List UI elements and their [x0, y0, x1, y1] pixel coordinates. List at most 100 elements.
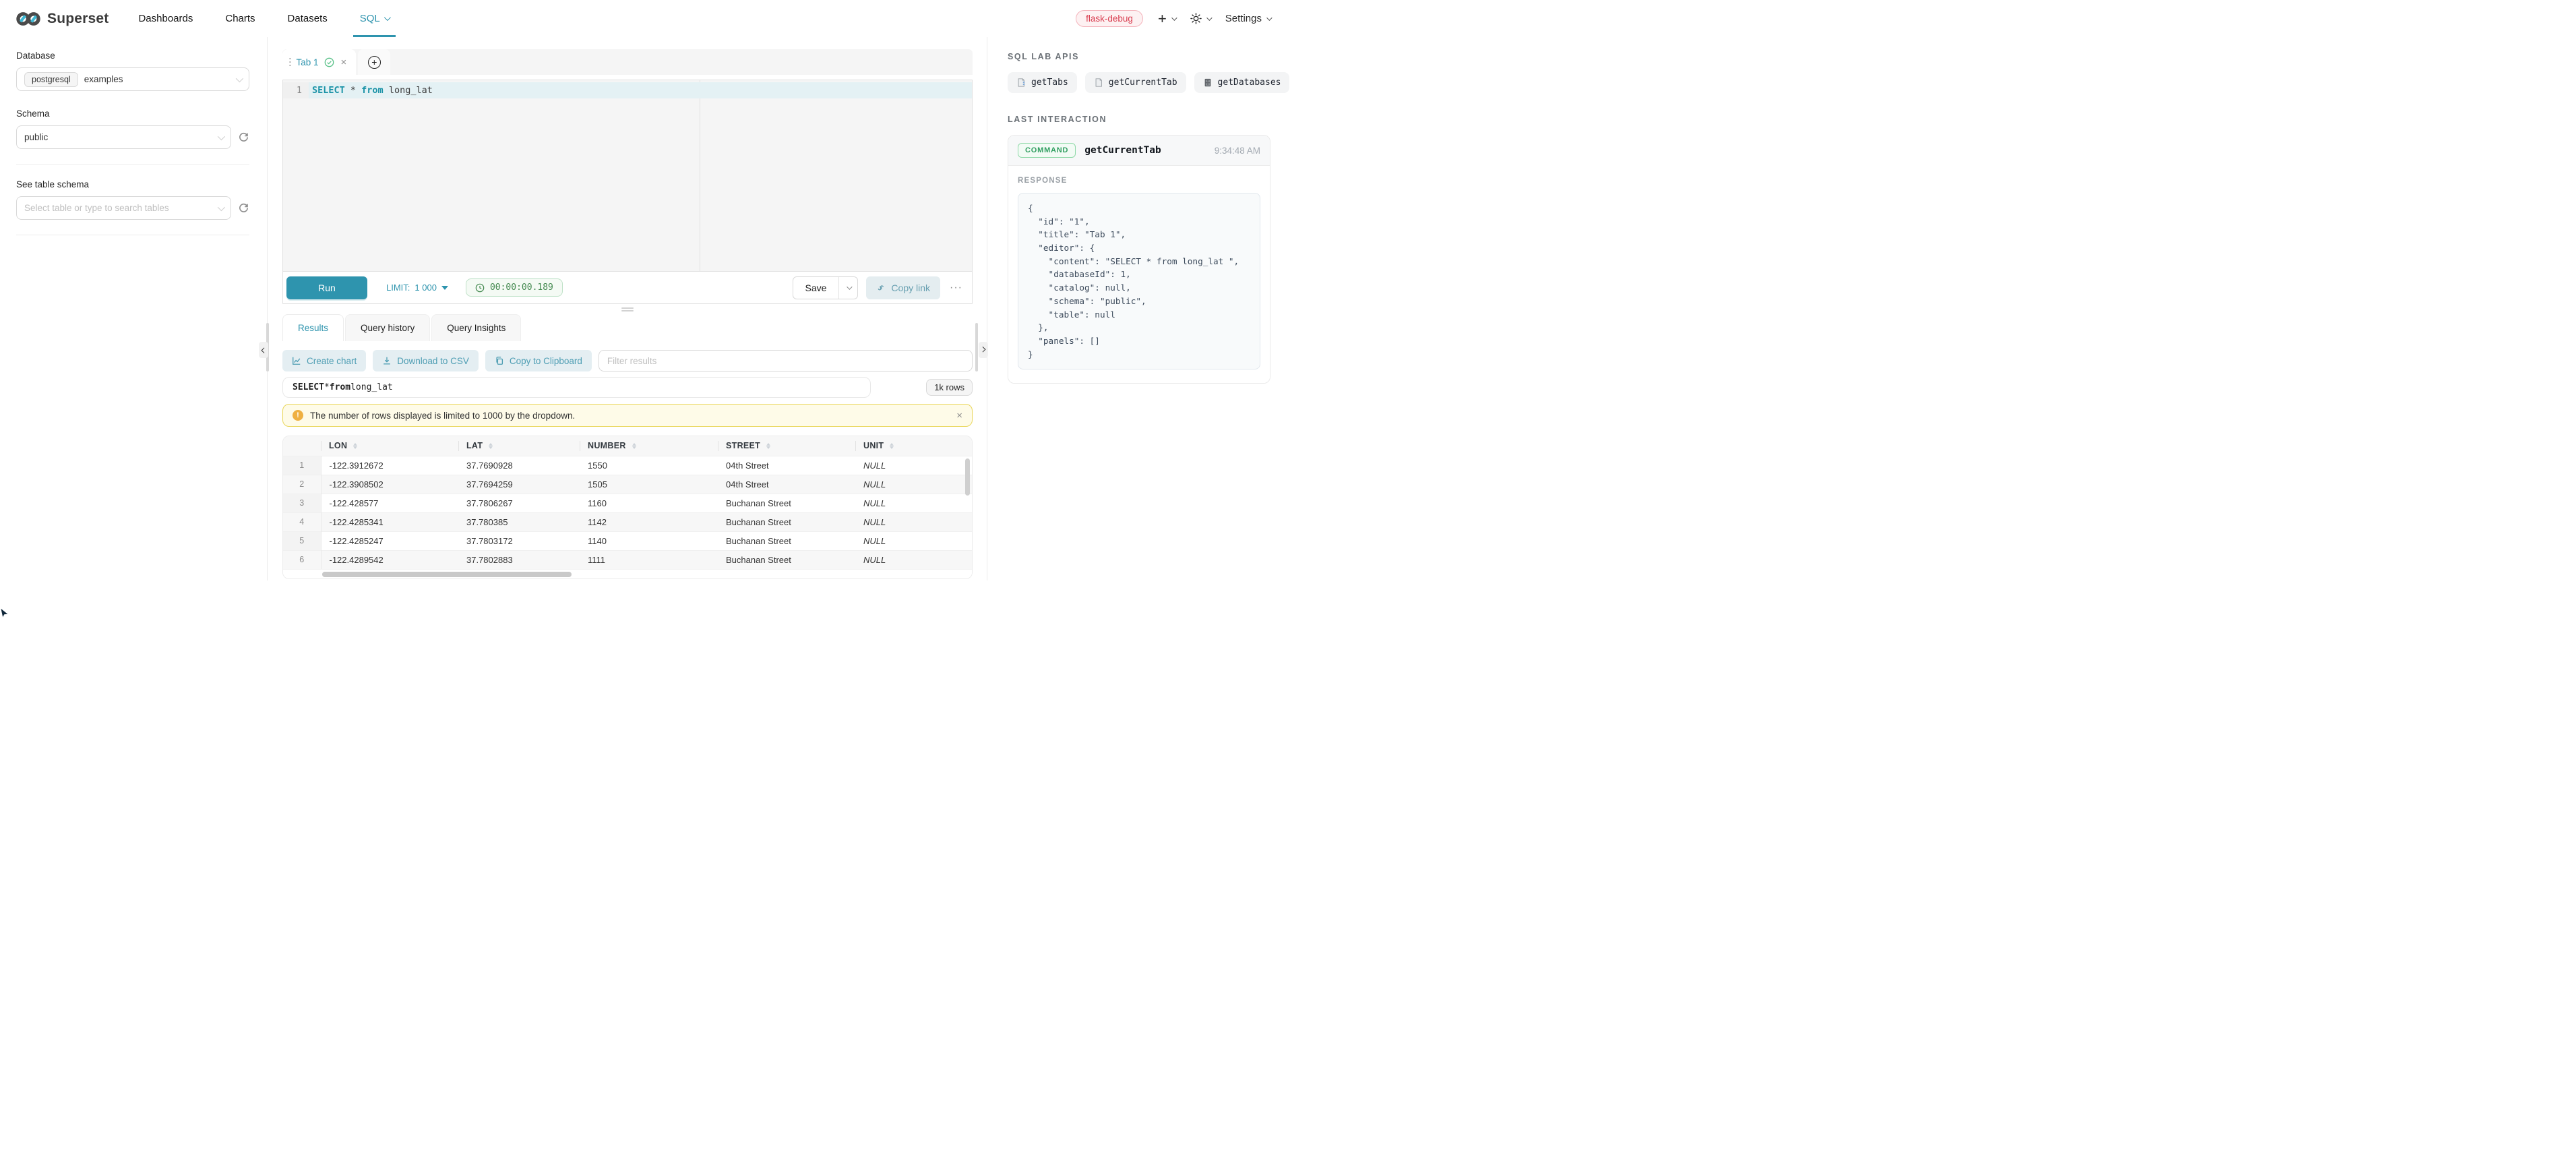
results-toolbar: Create chart Download to CSV Copy to Cli…	[282, 350, 973, 371]
api-button-gettabs[interactable]: getTabs	[1008, 72, 1077, 93]
sql-lab-api-panel: SQL LAB APIS getTabs getCurrentTab	[987, 37, 1288, 580]
chevron-down-icon	[384, 14, 391, 21]
results-table-card: LON LAT NUMBER STREET UNIT 1 -122.391267…	[282, 436, 973, 579]
last-interaction-header: LAST INTERACTION	[1008, 115, 1270, 124]
column-header-lat[interactable]: LAT	[458, 436, 580, 456]
sort-icon[interactable]	[353, 443, 357, 449]
table-select[interactable]: Select table or type to search tables	[16, 196, 231, 220]
superset-logo-icon	[16, 11, 40, 27]
editor-tabstrip: Tab 1 × +	[282, 49, 973, 75]
command-type-badge: COMMAND	[1018, 143, 1076, 158]
copy-icon	[495, 356, 504, 365]
column-header-lon[interactable]: LON	[321, 436, 458, 456]
main-scrollbar-thumb[interactable]	[975, 323, 978, 371]
chevron-down-icon	[847, 284, 852, 289]
theme-toggle-button[interactable]	[1190, 13, 1210, 24]
collapse-right-panel-button[interactable]	[979, 342, 988, 358]
database-engine-tag: postgresql	[24, 72, 78, 87]
chevron-down-icon	[1266, 15, 1272, 20]
refresh-schema-icon[interactable]	[238, 131, 249, 143]
chevron-down-icon	[218, 132, 225, 140]
table-schema-label: See table schema	[16, 179, 249, 189]
save-button[interactable]: Save	[793, 277, 839, 299]
filter-results-input[interactable]	[599, 350, 973, 371]
table-row[interactable]: 4 -122.4285341 37.780385 1142 Buchanan S…	[283, 512, 972, 531]
sql-code-editor[interactable]: 1 SELECT * from long_lat	[283, 80, 972, 271]
tab-query-history[interactable]: Query history	[345, 314, 430, 341]
download-icon	[382, 356, 392, 365]
plus-icon: +	[1158, 11, 1167, 26]
chevron-down-icon	[218, 203, 225, 210]
database-select[interactable]: postgresql examples	[16, 67, 249, 91]
clock-icon	[475, 283, 485, 293]
tab-query-insights[interactable]: Query Insights	[431, 314, 521, 341]
nav-item-charts[interactable]: Charts	[222, 0, 257, 37]
save-split-button: Save	[793, 276, 859, 299]
sun-icon	[1190, 13, 1202, 24]
column-header-unit[interactable]: UNIT	[855, 436, 972, 456]
nav-item-dashboards[interactable]: Dashboards	[135, 0, 195, 37]
response-label: RESPONSE	[1018, 177, 1260, 185]
row-number-header	[283, 436, 321, 456]
resize-handle[interactable]	[621, 307, 634, 311]
new-item-button[interactable]: +	[1158, 11, 1175, 26]
brand-name: Superset	[47, 11, 109, 27]
sort-icon[interactable]	[766, 443, 770, 449]
copy-link-button[interactable]: Copy link	[866, 276, 940, 299]
collapse-sidebar-button[interactable]	[259, 342, 268, 358]
main-nav: Dashboards Charts Datasets SQL	[135, 0, 418, 37]
table-row[interactable]: 5 -122.4285247 37.7803172 1140 Buchanan …	[283, 531, 972, 550]
table-row[interactable]: 6 -122.4289542 37.7802883 1111 Buchanan …	[283, 550, 972, 569]
database-value: examples	[84, 74, 123, 84]
refresh-tables-icon[interactable]	[238, 202, 249, 214]
api-button-getdatabases[interactable]: getDatabases	[1194, 72, 1290, 93]
settings-menu[interactable]: Settings	[1225, 13, 1270, 24]
table-row[interactable]: 2 -122.3908502 37.7694259 1505 04th Stre…	[283, 475, 972, 494]
editor-tab-1[interactable]: Tab 1 ×	[282, 49, 356, 75]
table-row[interactable]: 1 -122.3912672 37.7690928 1550 04th Stre…	[283, 456, 972, 475]
create-chart-button[interactable]: Create chart	[282, 350, 366, 371]
limit-dropdown[interactable]: LIMIT: 1 000	[386, 282, 448, 293]
sort-icon[interactable]	[632, 443, 636, 449]
sort-icon[interactable]	[890, 443, 894, 449]
schema-value: public	[24, 132, 48, 142]
chevron-down-icon	[236, 74, 243, 82]
more-actions-button[interactable]: ···	[950, 282, 962, 294]
superset-brand[interactable]: Superset	[16, 11, 109, 27]
add-icon: +	[368, 56, 381, 69]
link-icon	[876, 283, 886, 293]
rows-limit-warning: ! The number of rows displayed is limite…	[282, 404, 973, 427]
nav-item-sql[interactable]: SQL	[357, 0, 392, 37]
table-header-row: LON LAT NUMBER STREET UNIT	[283, 436, 972, 456]
schema-select[interactable]: public	[16, 125, 231, 149]
nav-item-datasets[interactable]: Datasets	[285, 0, 330, 37]
add-tab-button[interactable]: +	[358, 49, 390, 75]
chevron-left-icon	[261, 347, 266, 353]
chart-icon	[292, 356, 301, 365]
table-horizontal-scrollbar-track	[283, 569, 972, 578]
close-tab-icon[interactable]: ×	[341, 57, 347, 68]
sort-icon[interactable]	[489, 443, 493, 449]
drag-handle-icon[interactable]	[289, 58, 291, 67]
column-header-street[interactable]: STREET	[718, 436, 855, 456]
table-vertical-scrollbar[interactable]	[965, 458, 970, 496]
download-csv-button[interactable]: Download to CSV	[373, 350, 479, 371]
column-header-number[interactable]: NUMBER	[580, 436, 718, 456]
tab-results[interactable]: Results	[282, 314, 344, 341]
run-query-button[interactable]: Run	[286, 276, 367, 299]
api-button-getcurrenttab[interactable]: getCurrentTab	[1085, 72, 1186, 93]
editor-line-number: 1	[283, 82, 309, 98]
sql-lab-sidebar: Database postgresql examples Schema publ…	[0, 37, 268, 580]
editor-tab-label: Tab 1	[297, 57, 319, 67]
copy-clipboard-button[interactable]: Copy to Clipboard	[485, 350, 592, 371]
table-horizontal-scrollbar[interactable]	[322, 572, 572, 577]
document-icon	[1094, 78, 1103, 88]
file-cabinet-icon	[1203, 78, 1213, 88]
close-icon[interactable]: ×	[956, 410, 962, 421]
command-card-header: COMMAND getCurrentTab 9:34:48 AM	[1008, 136, 1270, 166]
table-row[interactable]: 3 -122.428577 37.7806267 1160 Buchanan S…	[283, 494, 972, 512]
chevron-right-icon	[980, 347, 985, 352]
executed-query-preview[interactable]: SELECT * from long_lat	[282, 377, 871, 398]
save-options-button[interactable]	[838, 277, 857, 299]
editor-toolbar: Run LIMIT: 1 000 00:00:00.189 Save	[283, 271, 972, 303]
